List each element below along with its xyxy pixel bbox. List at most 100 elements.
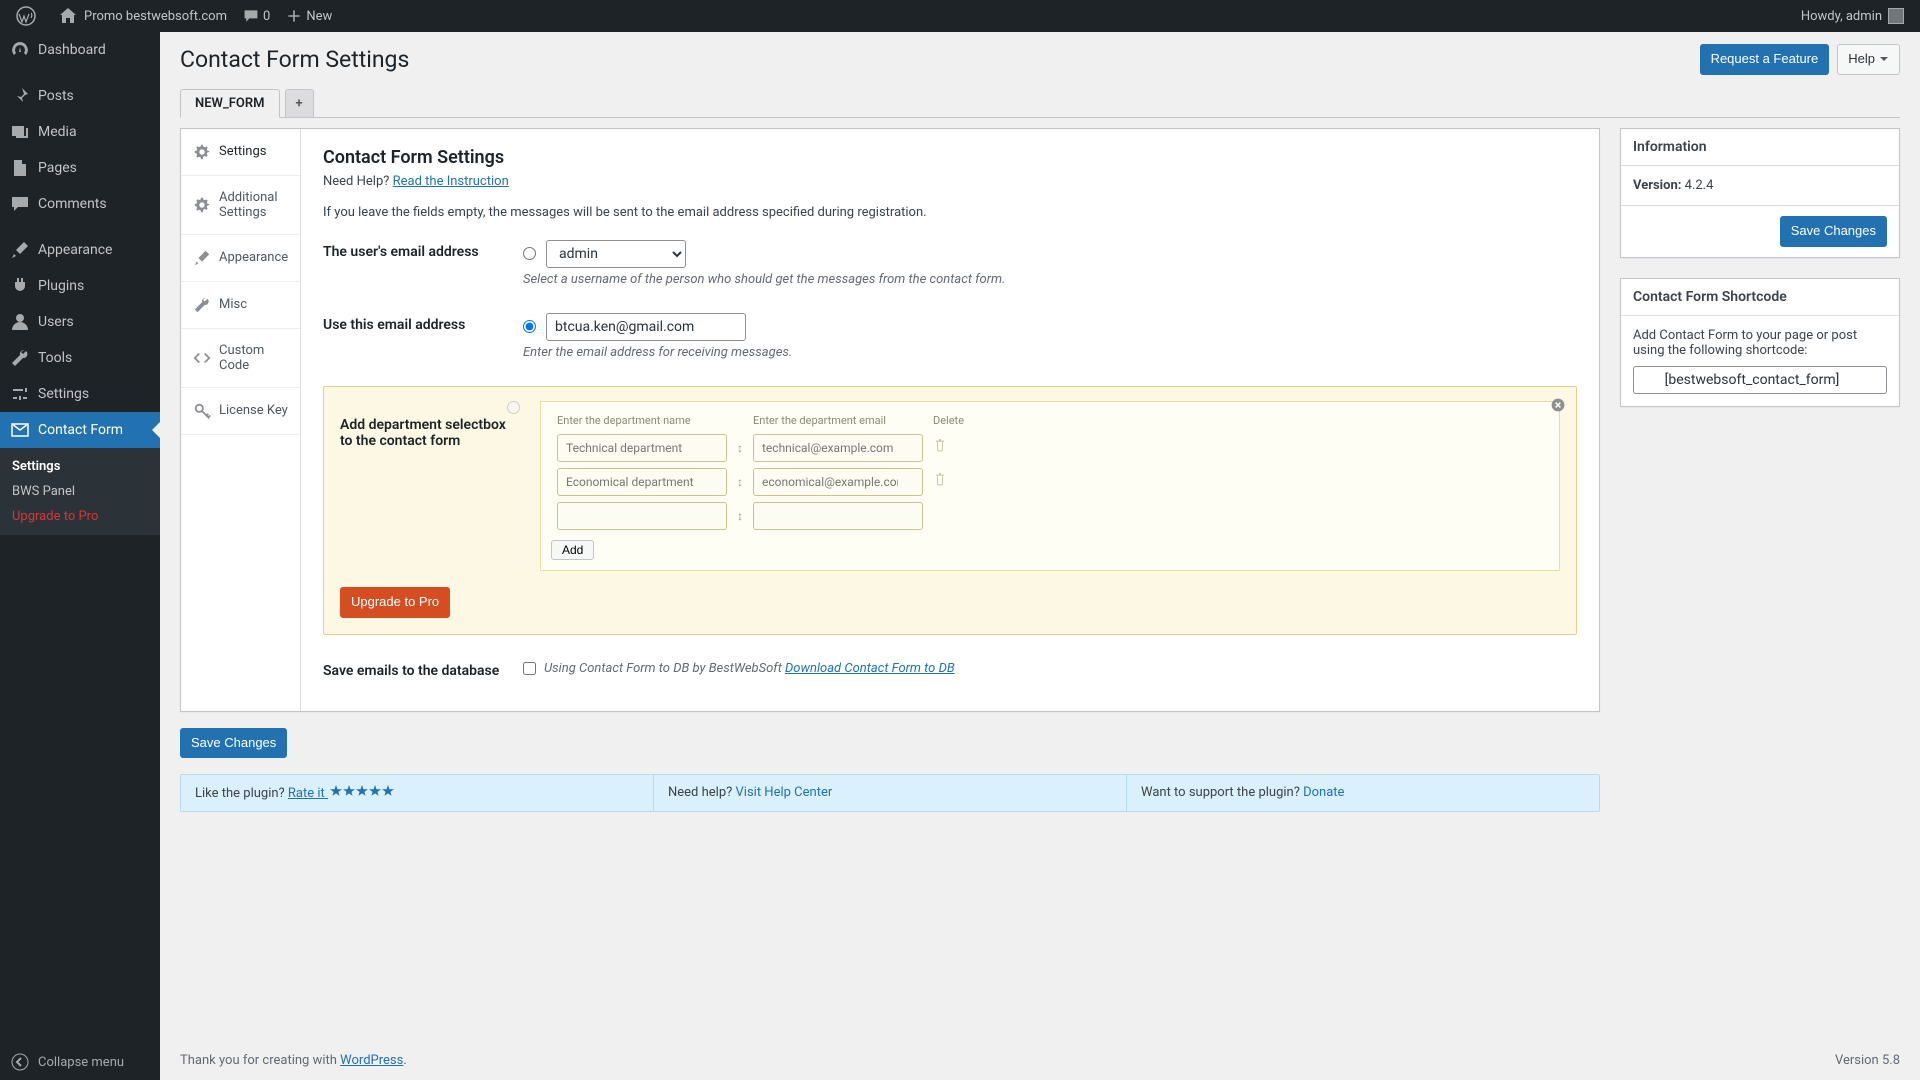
subtab-additional[interactable]: Additional Settings <box>181 176 300 235</box>
trash-icon[interactable] <box>933 473 947 487</box>
support-text: Want to support the plugin? <box>1141 785 1300 800</box>
shortcode-text: Add Contact Form to your page or post us… <box>1633 328 1887 358</box>
collapse-icon <box>10 1052 30 1072</box>
help-label: Help <box>1848 49 1875 70</box>
menu-label: Users <box>38 314 74 330</box>
collapse-menu[interactable]: Collapse menu <box>0 1044 160 1080</box>
dept-email-input[interactable] <box>753 468 923 496</box>
version-value: 4.2.4 <box>1685 178 1714 193</box>
section-title: Contact Form Settings <box>323 147 1577 168</box>
gear-icon <box>193 196 211 214</box>
use-email-input[interactable] <box>546 313 746 341</box>
subtab-settings[interactable]: Settings <box>181 129 300 176</box>
home-icon <box>58 6 78 26</box>
help-text: Need help? <box>668 785 732 800</box>
tab-add[interactable]: + <box>285 89 314 117</box>
site-link[interactable]: Promo bestwebsoft.com <box>50 0 235 32</box>
help-center-link[interactable]: Visit Help Center <box>736 785 833 800</box>
pro-box: Add department selectbox to the contact … <box>323 386 1577 635</box>
menu-dashboard[interactable]: Dashboard <box>0 32 160 68</box>
save-db-label: Save emails to the database <box>323 659 523 679</box>
howdy-link[interactable]: Howdy, admin <box>1793 0 1912 32</box>
menu-comments[interactable]: Comments <box>0 186 160 222</box>
menu-pages[interactable]: Pages <box>0 150 160 186</box>
dashboard-icon <box>10 40 30 60</box>
submenu-bws[interactable]: BWS Panel <box>0 479 160 504</box>
new-label: New <box>306 9 332 24</box>
user-email-radio[interactable] <box>523 247 536 260</box>
info-postbox: Information Version: 4.2.4 Save Changes <box>1620 128 1900 258</box>
submenu-upgrade[interactable]: Upgrade to Pro <box>0 504 160 529</box>
support-cell: Want to support the plugin? Donate <box>1127 775 1599 811</box>
download-ctdb-link[interactable]: Download Contact Form to DB <box>785 661 955 676</box>
settings-subtabs: Settings Additional Settings Appearance <box>181 129 301 711</box>
dept-name-input[interactable] <box>557 468 727 496</box>
admin-menu: Dashboard Posts Media Pages Comments App… <box>0 32 160 1080</box>
drag-handle[interactable]: ↕ <box>733 500 747 532</box>
menu-appearance[interactable]: Appearance <box>0 232 160 268</box>
trash-icon[interactable] <box>933 439 947 453</box>
save-db-checkbox[interactable] <box>523 662 536 675</box>
footer-version: Version 5.8 <box>1835 1053 1900 1068</box>
menu-settings[interactable]: Settings <box>0 376 160 412</box>
read-instruction-link[interactable]: Read the Instruction <box>393 174 509 189</box>
drag-handle[interactable]: ↕ <box>733 432 747 464</box>
new-link[interactable]: New <box>278 0 340 32</box>
dept-name-input[interactable] <box>557 502 727 530</box>
submenu: Settings BWS Panel Upgrade to Pro <box>0 448 160 535</box>
chevron-down-icon <box>1879 54 1889 64</box>
use-email-radio[interactable] <box>523 320 536 333</box>
sliders-icon <box>10 384 30 404</box>
menu-label: Contact Form <box>38 422 123 438</box>
shortcode-title: Contact Form Shortcode <box>1621 279 1899 316</box>
comments-link[interactable]: 0 <box>235 0 278 32</box>
menu-contact-form[interactable]: Contact Form <box>0 412 160 448</box>
like-text: Like the plugin? <box>195 786 285 801</box>
menu-users[interactable]: Users <box>0 304 160 340</box>
brush-icon <box>193 249 211 267</box>
subtab-misc[interactable]: Misc <box>181 282 300 329</box>
user-hint: Select a username of the person who shou… <box>523 272 1577 287</box>
menu-tools[interactable]: Tools <box>0 340 160 376</box>
menu-plugins[interactable]: Plugins <box>0 268 160 304</box>
dept-row: ↕ <box>553 432 968 464</box>
donate-link[interactable]: Donate <box>1303 785 1344 800</box>
subtab-license[interactable]: License Key <box>181 388 300 435</box>
menu-media[interactable]: Media <box>0 114 160 150</box>
request-feature-button[interactable]: Request a Feature <box>1700 44 1830 75</box>
help-toggle[interactable]: Help <box>1837 44 1900 75</box>
need-help-text: Need Help? <box>323 174 389 189</box>
menu-posts[interactable]: Posts <box>0 78 160 114</box>
rate-it-link[interactable]: Rate it <box>288 786 394 801</box>
dept-label: Add department selectbox to the contact … <box>340 401 520 571</box>
submenu-settings[interactable]: Settings <box>0 454 160 479</box>
wp-logo[interactable] <box>8 0 50 32</box>
upgrade-pro-button[interactable]: Upgrade to Pro <box>340 587 450 618</box>
site-name: Promo bestwebsoft.com <box>84 9 227 24</box>
mail-icon <box>10 420 30 440</box>
dept-email-input[interactable] <box>753 434 923 462</box>
subtab-appearance[interactable]: Appearance <box>181 235 300 282</box>
save-changes-button[interactable]: Save Changes <box>180 728 287 759</box>
menu-label: Media <box>38 124 77 140</box>
user-select[interactable]: admin <box>546 240 686 268</box>
shortcode-input[interactable] <box>1633 366 1887 394</box>
use-email-label: Use this email address <box>323 313 523 360</box>
form-tabs: NEW_FORM + <box>180 89 1900 118</box>
collapse-label: Collapse menu <box>38 1055 124 1070</box>
shortcode-postbox: Contact Form Shortcode Add Contact Form … <box>1620 278 1900 407</box>
side-save-button[interactable]: Save Changes <box>1780 216 1887 247</box>
drag-handle[interactable]: ↕ <box>733 466 747 498</box>
dept-email-input[interactable] <box>753 502 923 530</box>
dept-name-input[interactable] <box>557 434 727 462</box>
th-email: Enter the department email <box>749 414 927 430</box>
menu-label: Settings <box>38 386 89 402</box>
subtab-label: Misc <box>219 297 288 312</box>
tab-new-form[interactable]: NEW_FORM <box>180 89 280 118</box>
pro-close-button[interactable] <box>1550 397 1566 417</box>
dept-add-button[interactable]: Add <box>551 540 594 560</box>
footer-wp-link[interactable]: WordPress <box>340 1053 403 1068</box>
subtab-custom-code[interactable]: Custom Code <box>181 329 300 388</box>
subtab-label: Appearance <box>219 250 288 265</box>
menu-label: Pages <box>38 160 77 176</box>
